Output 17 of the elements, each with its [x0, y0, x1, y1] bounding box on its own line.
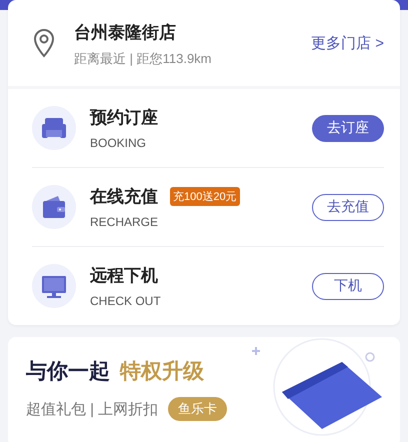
service-subtitle: CHECK OUT — [90, 294, 162, 308]
promo-highlight: 特权升级 — [120, 359, 204, 385]
promo-title: 与你一起 — [26, 359, 110, 385]
service-title: 预约订座 — [90, 107, 158, 129]
service-subtitle: RECHARGE — [90, 215, 160, 229]
service-button[interactable]: 去订座 — [312, 114, 384, 142]
service-title: 在线充值 — [90, 186, 158, 208]
service-title: 远程下机 — [90, 265, 158, 287]
promo-subtitle: 超值礼包 | 上网折扣 — [26, 400, 158, 418]
service-button[interactable]: 下机 — [312, 272, 384, 300]
store-name: 台州泰隆街店 — [74, 22, 177, 44]
service-subtitle: BOOKING — [90, 136, 148, 150]
service-button[interactable]: 去充值 — [312, 194, 384, 220]
more-stores-link[interactable]: 更多门店 > — [311, 34, 384, 52]
store-distance: 距离最近 | 距您113.9km — [74, 50, 212, 68]
location-pin-icon — [32, 28, 56, 58]
promo-badge: 充100送20元 — [170, 187, 240, 206]
